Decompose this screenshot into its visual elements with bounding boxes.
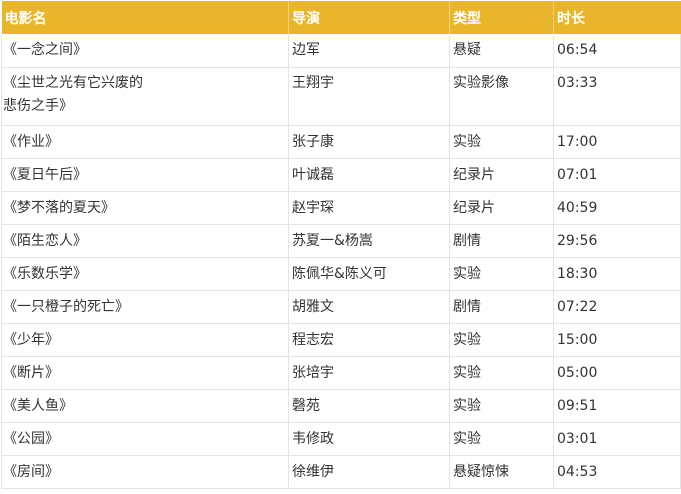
director-cell: 胡雅文: [288, 290, 450, 324]
film-title-cell: 《公园》: [1, 422, 289, 456]
film-title-cell: 《夏日午后》: [1, 158, 289, 192]
director-cell: 赵宇琛: [288, 191, 450, 225]
table-row: 《公园》 韦修政 实验 03:01: [1, 422, 681, 456]
table-row: 《断片》 张培宇 实验 05:00: [1, 356, 681, 390]
director-cell: 张子康: [288, 125, 450, 159]
genre-cell: 实验: [449, 323, 554, 357]
genre-cell: 剧情: [449, 224, 554, 258]
genre-cell: 实验影像: [449, 67, 554, 126]
table-row: 《陌生恋人》 苏夏一&杨嵩 剧情 29:56: [1, 224, 681, 258]
director-cell: 韦修政: [288, 422, 450, 456]
header-duration: 时长: [553, 1, 681, 34]
duration-cell: 03:33: [553, 67, 681, 126]
duration-cell: 17:00: [553, 125, 681, 159]
duration-cell: 15:00: [553, 323, 681, 357]
director-cell: 王翔宇: [288, 67, 450, 126]
film-title-cell: 《陌生恋人》: [1, 224, 289, 258]
genre-cell: 悬疑惊悚: [449, 455, 554, 489]
director-cell: 苏夏一&杨嵩: [288, 224, 450, 258]
film-title-cell: 《少年》: [1, 323, 289, 357]
genre-cell: 实验: [449, 125, 554, 159]
table-row: 《作业》 张子康 实验 17:00: [1, 125, 681, 159]
table-row: 《少年》 程志宏 实验 15:00: [1, 323, 681, 357]
film-title-cell: 《断片》: [1, 356, 289, 390]
table-row: 《一只橙子的死亡》 胡雅文 剧情 07:22: [1, 290, 681, 324]
duration-cell: 07:01: [553, 158, 681, 192]
film-table-container: 电影名 导演 类型 时长 《一念之间》 边军 悬疑 06:54 《尘世之光有它兴废的 悲…: [0, 1, 681, 494]
film-title-cell: 《美人鱼》: [1, 389, 289, 423]
table-row: 《房间》 徐维伊 悬疑惊悚 04:53: [1, 455, 681, 489]
duration-cell: 03:01: [553, 422, 681, 456]
genre-cell: 实验: [449, 257, 554, 291]
film-title-cell: 《作业》: [1, 125, 289, 159]
table-row: 《美人鱼》 磬苑 实验 09:51: [1, 389, 681, 423]
genre-cell: 实验: [449, 389, 554, 423]
director-cell: 徐维伊: [288, 455, 450, 489]
duration-cell: 05:00: [553, 356, 681, 390]
table-body: 《一念之间》 边军 悬疑 06:54 《尘世之光有它兴废的 悲伤之手》 王翔宇 实验影像 03…: [1, 34, 681, 489]
director-cell: 磬苑: [288, 389, 450, 423]
duration-cell: 18:30: [553, 257, 681, 291]
genre-cell: 悬疑: [449, 34, 554, 68]
director-cell: 程志宏: [288, 323, 450, 357]
duration-cell: 29:56: [553, 224, 681, 258]
film-title-cell: 《房间》: [1, 455, 289, 489]
table-header: 电影名 导演 类型 时长: [1, 1, 681, 34]
table-row: 《梦不落的夏天》 赵宇琛 纪录片 40:59: [1, 191, 681, 225]
duration-cell: 04:53: [553, 455, 681, 489]
duration-cell: 07:22: [553, 290, 681, 324]
genre-cell: 剧情: [449, 290, 554, 324]
duration-cell: 06:54: [553, 34, 681, 68]
genre-cell: 纪录片: [449, 158, 554, 192]
header-row: 电影名 导演 类型 时长: [1, 1, 681, 34]
film-title-cell: 《一只橙子的死亡》: [1, 290, 289, 324]
table-row: 《尘世之光有它兴废的 悲伤之手》 王翔宇 实验影像 03:33: [1, 67, 681, 126]
table-row: 《一念之间》 边军 悬疑 06:54: [1, 34, 681, 68]
film-title-cell: 《乐数乐学》: [1, 257, 289, 291]
director-cell: 边军: [288, 34, 450, 68]
film-title-cell: 《梦不落的夏天》: [1, 191, 289, 225]
header-title: 电影名: [1, 1, 289, 34]
genre-cell: 实验: [449, 422, 554, 456]
genre-cell: 纪录片: [449, 191, 554, 225]
director-cell: 张培宇: [288, 356, 450, 390]
film-title-cell: 《一念之间》: [1, 34, 289, 68]
duration-cell: 09:51: [553, 389, 681, 423]
film-table: 电影名 导演 类型 时长 《一念之间》 边军 悬疑 06:54 《尘世之光有它兴废的 悲…: [1, 1, 681, 489]
film-title-cell: 《尘世之光有它兴废的 悲伤之手》: [1, 67, 289, 126]
duration-cell: 40:59: [553, 191, 681, 225]
table-row: 《乐数乐学》 陈佩华&陈义可 实验 18:30: [1, 257, 681, 291]
header-genre: 类型: [449, 1, 554, 34]
header-director: 导演: [288, 1, 450, 34]
director-cell: 叶诚磊: [288, 158, 450, 192]
director-cell: 陈佩华&陈义可: [288, 257, 450, 291]
table-row: 《夏日午后》 叶诚磊 纪录片 07:01: [1, 158, 681, 192]
genre-cell: 实验: [449, 356, 554, 390]
